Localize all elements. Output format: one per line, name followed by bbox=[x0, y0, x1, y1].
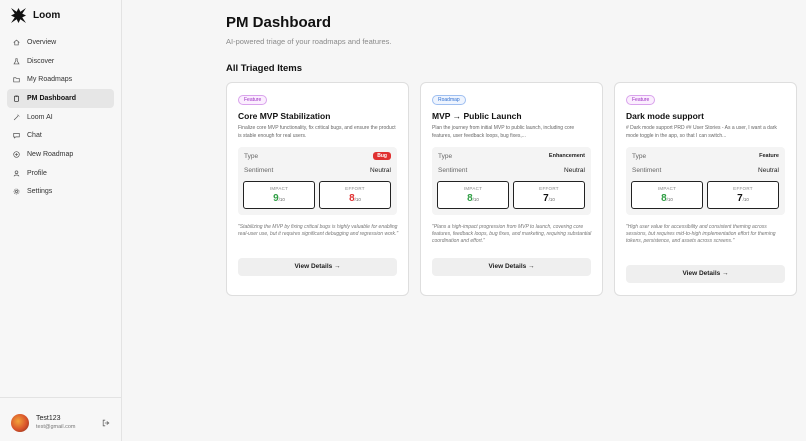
impact-score: IMPACT 8/10 bbox=[437, 181, 509, 209]
category-badge: Feature bbox=[238, 95, 268, 105]
user-panel: Test123 test@gmail.com bbox=[0, 397, 122, 441]
impact-scale: /10 bbox=[278, 197, 285, 202]
sidebar-item-label: My Roadmaps bbox=[27, 76, 73, 84]
chat-icon bbox=[13, 133, 20, 139]
sidebar-item-settings[interactable]: Settings bbox=[7, 183, 114, 202]
sentiment-label: Sentiment bbox=[632, 167, 662, 174]
sidebar-item-profile[interactable]: Profile bbox=[7, 164, 114, 183]
sentiment-value: Neutral bbox=[758, 167, 779, 174]
view-details-button[interactable]: View Details → bbox=[238, 258, 397, 276]
impact-score: IMPACT 9/10 bbox=[243, 181, 315, 209]
effort-label: EFFORT bbox=[733, 186, 753, 191]
type-label: Type bbox=[632, 153, 647, 160]
sidebar-item-label: Discover bbox=[27, 57, 55, 65]
view-details-button[interactable]: View Details → bbox=[432, 258, 591, 276]
effort-scale: /10 bbox=[742, 197, 749, 202]
triage-rationale: "Plans a high-impact progression from MV… bbox=[432, 224, 592, 244]
user-name: Test123 bbox=[36, 415, 61, 422]
main-content: PM Dashboard AI-powered triage of your r… bbox=[122, 0, 806, 441]
type-value: Enhancement bbox=[548, 153, 585, 159]
logout-icon[interactable] bbox=[102, 419, 110, 427]
impact-score: IMPACT 8/10 bbox=[631, 181, 703, 209]
sentiment-label: Sentiment bbox=[438, 167, 468, 174]
category-badge: Feature bbox=[626, 95, 656, 105]
sidebar-item-label: Loom AI bbox=[27, 113, 53, 121]
category-badge: Roadmap bbox=[432, 95, 466, 105]
card-description: # Dark mode support PRD ## User Stories … bbox=[626, 125, 777, 139]
sidebar-item-label: New Roadmap bbox=[27, 150, 74, 158]
triage-card: Roadmap MVP → Public Launch Plan the jou… bbox=[420, 82, 603, 296]
effort-score: EFFORT 8/10 bbox=[319, 181, 391, 209]
loom-logo-icon bbox=[11, 8, 26, 23]
gear-icon bbox=[13, 188, 20, 195]
sidebar-nav: Overview Discover My Roadmaps PM Dashboa… bbox=[7, 33, 114, 201]
effort-label: EFFORT bbox=[345, 186, 365, 191]
sentiment-label: Sentiment bbox=[244, 167, 274, 174]
effort-score: EFFORT 7/10 bbox=[707, 181, 779, 209]
triage-card: Feature Dark mode support # Dark mode su… bbox=[614, 82, 797, 296]
card-description: Plan the journey from initial MVP to pub… bbox=[432, 125, 575, 139]
effort-label: EFFORT bbox=[539, 186, 559, 191]
sidebar: Loom Overview Discover My Roadmaps PM Da… bbox=[0, 0, 122, 441]
sidebar-item-loom-ai[interactable]: Loom AI bbox=[7, 108, 114, 127]
sidebar-item-label: PM Dashboard bbox=[27, 94, 77, 102]
type-row: Type Feature bbox=[632, 153, 779, 163]
sidebar-item-label: Chat bbox=[27, 132, 42, 140]
card-title: Core MVP Stabilization bbox=[238, 111, 331, 121]
impact-label: IMPACT bbox=[463, 186, 483, 191]
card-description: Finalize core MVP functionality, fix cri… bbox=[238, 125, 396, 139]
avatar[interactable] bbox=[11, 414, 29, 432]
flask-icon bbox=[13, 57, 20, 64]
triage-meta: Type Enhancement Sentiment Neutral IMPAC… bbox=[432, 147, 591, 215]
type-label: Type bbox=[438, 153, 453, 160]
view-details-button[interactable]: View Details → bbox=[626, 265, 785, 283]
wand-icon bbox=[13, 114, 20, 120]
type-value: Feature bbox=[759, 153, 779, 159]
triage-rationale: "High user value for accessibility and c… bbox=[626, 224, 776, 244]
sentiment-row: Sentiment Neutral bbox=[438, 167, 585, 177]
sidebar-item-label: Settings bbox=[27, 188, 53, 196]
card-title: Dark mode support bbox=[626, 111, 704, 121]
sentiment-value: Neutral bbox=[564, 167, 585, 174]
impact-scale: /10 bbox=[666, 197, 673, 202]
plus-circle-icon bbox=[13, 151, 20, 158]
sidebar-item-pm-dashboard[interactable]: PM Dashboard bbox=[7, 89, 114, 108]
app-name: Loom bbox=[33, 10, 61, 21]
user-email: test@gmail.com bbox=[36, 424, 76, 430]
user-icon bbox=[13, 170, 20, 177]
type-row: Type Bug bbox=[244, 152, 391, 163]
type-row: Type Enhancement bbox=[438, 153, 585, 163]
triage-meta: Type Feature Sentiment Neutral IMPACT 8/… bbox=[626, 147, 785, 215]
impact-label: IMPACT bbox=[657, 186, 677, 191]
card-title: MVP → Public Launch bbox=[432, 111, 522, 121]
sidebar-item-label: Profile bbox=[27, 169, 47, 177]
triage-meta: Type Bug Sentiment Neutral IMPACT 9/10 E… bbox=[238, 147, 397, 215]
clipboard-icon bbox=[14, 95, 19, 102]
page-subtitle: AI-powered triage of your roadmaps and f… bbox=[226, 37, 392, 46]
sidebar-item-discover[interactable]: Discover bbox=[7, 52, 114, 71]
sentiment-row: Sentiment Neutral bbox=[244, 167, 391, 177]
type-label: Type bbox=[244, 153, 259, 160]
sidebar-item-overview[interactable]: Overview bbox=[7, 33, 114, 52]
sidebar-item-new-roadmap[interactable]: New Roadmap bbox=[7, 145, 114, 164]
sentiment-value: Neutral bbox=[370, 167, 391, 174]
effort-scale: /10 bbox=[548, 197, 555, 202]
brand[interactable]: Loom bbox=[11, 8, 60, 23]
folder-icon bbox=[13, 77, 20, 83]
effort-scale: /10 bbox=[354, 197, 361, 202]
sidebar-item-label: Overview bbox=[27, 38, 57, 46]
triage-card: Feature Core MVP Stabilization Finalize … bbox=[226, 82, 409, 296]
section-title: All Triaged Items bbox=[226, 63, 303, 74]
sidebar-item-chat[interactable]: Chat bbox=[7, 126, 114, 145]
type-badge: Bug bbox=[373, 152, 391, 160]
triage-rationale: "Stabilizing the MVP by fixing critical … bbox=[238, 224, 399, 237]
impact-scale: /10 bbox=[472, 197, 479, 202]
home-icon bbox=[13, 39, 20, 46]
page-title: PM Dashboard bbox=[226, 14, 332, 31]
impact-label: IMPACT bbox=[269, 186, 289, 191]
sidebar-item-my-roadmaps[interactable]: My Roadmaps bbox=[7, 70, 114, 89]
effort-score: EFFORT 7/10 bbox=[513, 181, 585, 209]
sentiment-row: Sentiment Neutral bbox=[632, 167, 779, 177]
